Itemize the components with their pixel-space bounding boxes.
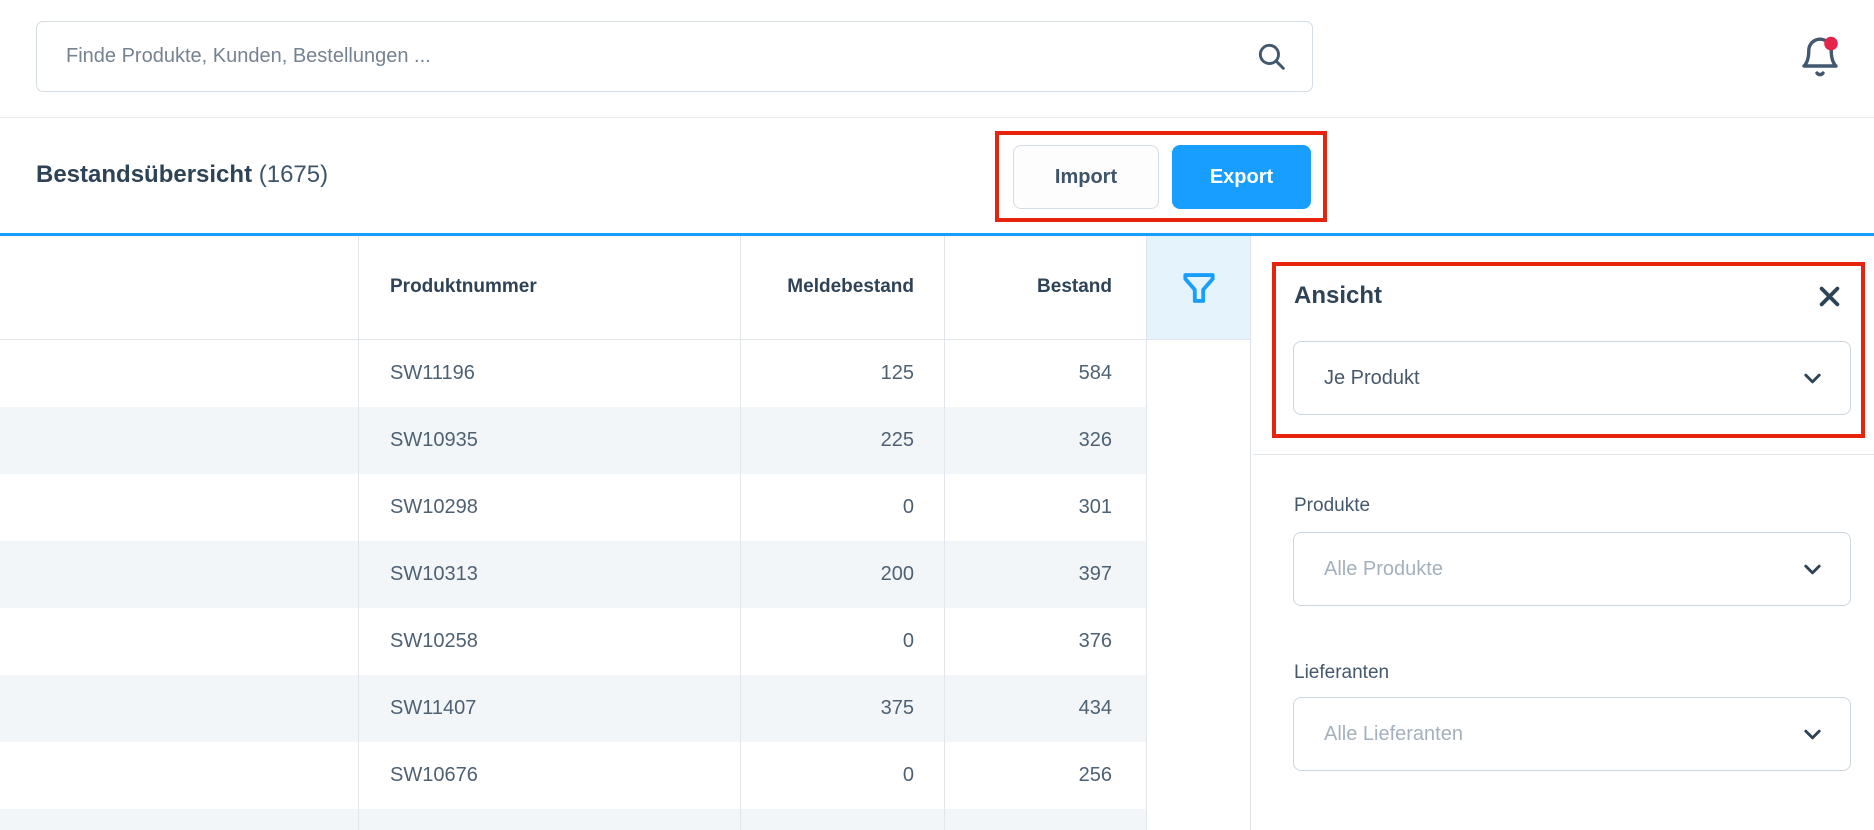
table-row[interactable]: SW10258 0 376 [0,608,1146,675]
sidebar-title: Ansicht [1294,282,1382,310]
page-title: Bestandsübersicht (1675) [36,161,328,189]
topbar-divider [0,117,1874,118]
column-header-produktnummer[interactable]: Produktnummer [390,276,537,298]
products-select-placeholder: Alle Produkte [1324,533,1443,605]
cell-bestand: 256 [944,742,1112,809]
table-column-divider [358,236,359,830]
cell-meldebestand: 225 [740,407,914,474]
cell-produktnummer: SW10313 [390,541,478,608]
filter-funnel-icon [1178,267,1220,309]
notification-dot [1824,37,1838,51]
column-header-bestand[interactable]: Bestand [944,276,1112,298]
search-placeholder: Finde Produkte, Kunden, Bestellungen ... [66,22,431,91]
sidebar-left-border [1250,236,1251,830]
cell-produktnummer: SW10258 [390,608,478,675]
view-select[interactable]: Je Produkt [1293,341,1851,415]
column-header-meldebestand[interactable]: Meldebestand [740,276,914,298]
table-row[interactable]: SW10298 0 301 [0,474,1146,541]
products-select[interactable]: Alle Produkte [1293,532,1851,606]
cell-bestand: 301 [944,474,1112,541]
search-input[interactable]: Finde Produkte, Kunden, Bestellungen ... [36,21,1313,92]
view-select-value: Je Produkt [1324,342,1420,414]
cell-bestand: 397 [944,541,1112,608]
cell-bestand: 434 [944,675,1112,742]
chevron-down-icon [1801,723,1824,746]
cell-meldebestand: 375 [740,675,914,742]
search-icon[interactable] [1255,40,1288,73]
filter-column-header[interactable] [1147,236,1250,339]
cell-produktnummer: SW11407 [390,675,476,742]
notification-bell-button[interactable] [1796,34,1844,82]
close-icon[interactable] [1816,283,1843,310]
cell-bestand: 376 [944,608,1112,675]
cell-bestand: 326 [944,407,1112,474]
table-row[interactable]: SW10676 0 256 [0,742,1146,809]
table-header-border [0,339,1250,340]
cell-meldebestand: 200 [740,541,914,608]
suppliers-label: Lieferanten [1294,662,1389,684]
export-button[interactable]: Export [1172,145,1311,209]
cell-meldebestand: 0 [740,608,914,675]
cell-produktnummer: SW10676 [390,742,478,809]
cell-produktnummer: SW10935 [390,407,478,474]
suppliers-select[interactable]: Alle Lieferanten [1293,697,1851,771]
table-row[interactable]: SW10313 200 397 [0,541,1146,608]
cell-bestand: 584 [944,340,1112,407]
cell-produktnummer: SW10298 [390,474,478,541]
chevron-down-icon [1801,558,1824,581]
header-accent-line [0,233,1874,236]
table-row[interactable]: SW11407 375 434 [0,675,1146,742]
table-column-divider [944,236,945,830]
table-column-divider [740,236,741,830]
sidebar-divider [1253,454,1874,455]
cell-produktnummer: SW11196 [390,340,475,407]
cell-meldebestand: 0 [740,742,914,809]
cell-meldebestand: 0 [740,474,914,541]
page-title-count: (1675) [259,161,328,188]
table-column-divider [1146,236,1147,830]
chevron-down-icon [1801,367,1824,390]
page-title-text: Bestandsübersicht [36,161,252,188]
products-label: Produkte [1294,495,1370,517]
inventory-overview-page: Finde Produkte, Kunden, Bestellungen ...… [0,0,1874,830]
table-row-partial [0,809,1146,830]
suppliers-select-placeholder: Alle Lieferanten [1324,698,1463,770]
table-row[interactable]: SW11196 125 584 [0,340,1146,407]
import-button[interactable]: Import [1013,145,1159,209]
cell-meldebestand: 125 [740,340,914,407]
table-row[interactable]: SW10935 225 326 [0,407,1146,474]
